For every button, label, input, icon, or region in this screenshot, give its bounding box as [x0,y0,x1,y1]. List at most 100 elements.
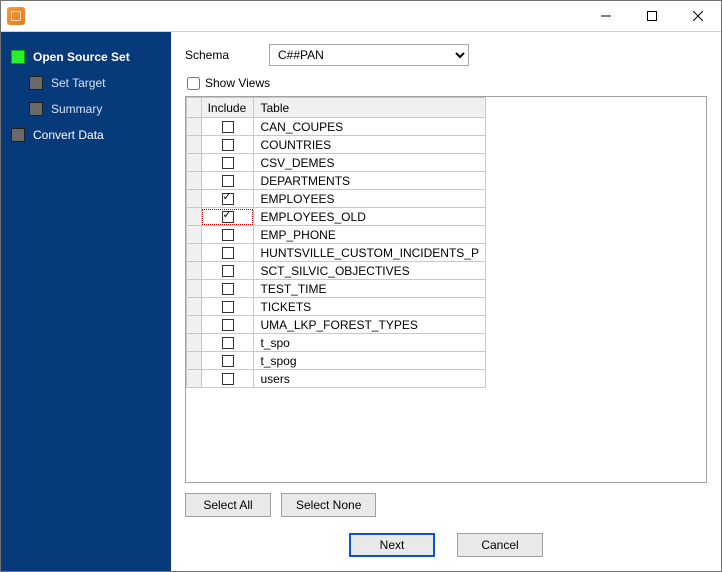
table-row[interactable]: HUNTSVILLE_CUSTOM_INCIDENTS_P [187,244,486,262]
row-header [187,298,202,316]
schema-select[interactable]: C##PAN [269,44,469,66]
include-cell[interactable] [201,352,254,370]
include-checkbox[interactable] [222,373,234,385]
app-icon [7,7,25,25]
table-name-cell: EMPLOYEES_OLD [254,208,486,226]
table-name-cell: t_spo [254,334,486,352]
table-name-cell: CSV_DEMES [254,154,486,172]
include-cell[interactable] [201,244,254,262]
maximize-button[interactable] [629,1,675,31]
minimize-button[interactable] [583,1,629,31]
table-row[interactable]: DEPARTMENTS [187,172,486,190]
row-header [187,190,202,208]
table-row[interactable]: SCT_SILVIC_OBJECTIVES [187,262,486,280]
include-checkbox[interactable] [222,337,234,349]
row-header [187,244,202,262]
step-label: Set Target [51,76,105,90]
include-cell[interactable] [201,154,254,172]
row-header [187,118,202,136]
table-name-cell: EMPLOYEES [254,190,486,208]
wizard-step-set-target[interactable]: Set Target [19,70,171,96]
row-header [187,172,202,190]
table-row[interactable]: TEST_TIME [187,280,486,298]
close-button[interactable] [675,1,721,31]
include-checkbox[interactable] [222,175,234,187]
table-row[interactable]: users [187,370,486,388]
wizard-step-convert-data[interactable]: Convert Data [1,122,171,148]
window-controls [583,1,721,31]
wizard-step-open-source-set[interactable]: Open Source Set [1,44,171,70]
col-include[interactable]: Include [201,98,254,118]
include-cell[interactable] [201,208,254,226]
include-cell[interactable] [201,316,254,334]
col-table[interactable]: Table [254,98,486,118]
include-checkbox[interactable] [222,139,234,151]
table-name-cell: COUNTRIES [254,136,486,154]
include-cell[interactable] [201,280,254,298]
step-marker-icon [11,50,25,64]
step-marker-icon [29,102,43,116]
table-name-cell: EMP_PHONE [254,226,486,244]
table-row[interactable]: EMPLOYEES [187,190,486,208]
include-cell[interactable] [201,334,254,352]
include-checkbox[interactable] [222,265,234,277]
row-header [187,316,202,334]
include-checkbox[interactable] [222,157,234,169]
include-checkbox[interactable] [222,121,234,133]
step-marker-icon [11,128,25,142]
next-button[interactable]: Next [349,533,435,557]
include-cell[interactable] [201,370,254,388]
row-header [187,226,202,244]
table-row[interactable]: CSV_DEMES [187,154,486,172]
table-row[interactable]: TICKETS [187,298,486,316]
table-name-cell: TICKETS [254,298,486,316]
include-cell[interactable] [201,190,254,208]
table-name-cell: t_spog [254,352,486,370]
main-panel: Schema C##PAN Show Views [171,32,721,571]
table-row[interactable]: COUNTRIES [187,136,486,154]
select-none-button[interactable]: Select None [281,493,376,517]
row-header [187,370,202,388]
include-cell[interactable] [201,298,254,316]
table-row[interactable]: t_spog [187,352,486,370]
include-checkbox[interactable] [222,247,234,259]
row-header [187,334,202,352]
row-header [187,280,202,298]
row-header [187,208,202,226]
include-checkbox[interactable] [222,193,234,205]
include-checkbox[interactable] [222,301,234,313]
grid-corner [187,98,202,118]
step-label: Open Source Set [33,50,130,64]
table-row[interactable]: CAN_COUPES [187,118,486,136]
wizard-sidebar: Open Source Set Set Target Summary Convert … [1,32,171,571]
row-header [187,262,202,280]
cancel-button[interactable]: Cancel [457,533,543,557]
table-name-cell: CAN_COUPES [254,118,486,136]
step-marker-icon [29,76,43,90]
include-checkbox[interactable] [222,355,234,367]
table-name-cell: SCT_SILVIC_OBJECTIVES [254,262,486,280]
select-all-button[interactable]: Select All [185,493,271,517]
include-cell[interactable] [201,262,254,280]
show-views-label[interactable]: Show Views [205,76,270,90]
include-cell[interactable] [201,136,254,154]
table-name-cell: TEST_TIME [254,280,486,298]
table-row[interactable]: EMPLOYEES_OLD [187,208,486,226]
table-row[interactable]: t_spo [187,334,486,352]
include-checkbox[interactable] [222,319,234,331]
table-row[interactable]: UMA_LKP_FOREST_TYPES [187,316,486,334]
row-header [187,154,202,172]
row-header [187,136,202,154]
show-views-checkbox[interactable] [187,77,200,90]
row-header [187,352,202,370]
include-checkbox[interactable] [222,283,234,295]
include-cell[interactable] [201,226,254,244]
wizard-step-summary[interactable]: Summary [19,96,171,122]
include-cell[interactable] [201,118,254,136]
include-checkbox[interactable] [222,211,234,223]
include-checkbox[interactable] [222,229,234,241]
include-cell[interactable] [201,172,254,190]
table-row[interactable]: EMP_PHONE [187,226,486,244]
app-window: Open Source Set Set Target Summary Convert … [0,0,722,572]
step-label: Convert Data [33,128,104,142]
